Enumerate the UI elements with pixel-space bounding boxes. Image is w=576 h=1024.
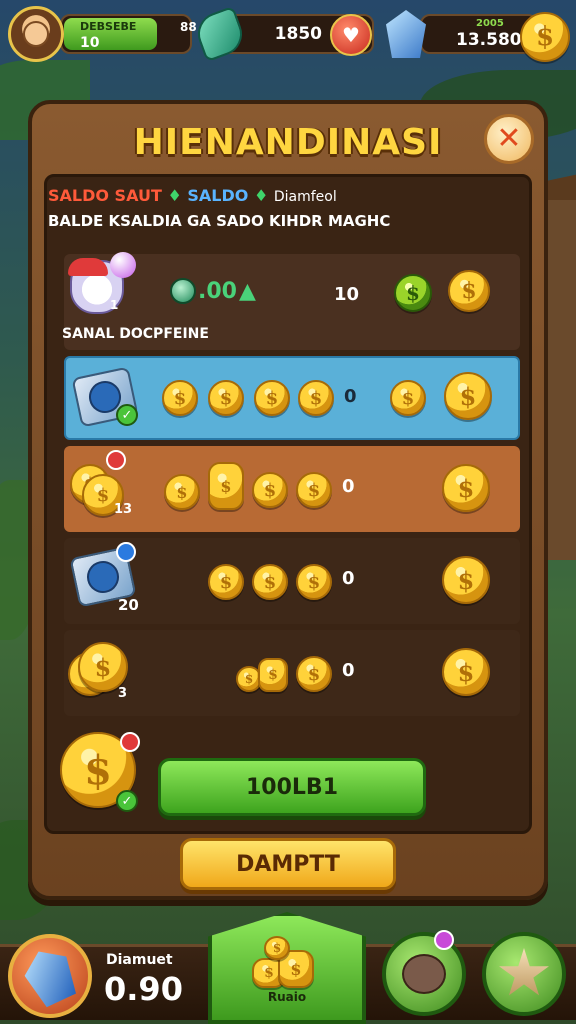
coin-value: 13.580 [456,30,522,50]
list-item[interactable]: ✓ $ $ $ $ 0 $ $ [64,356,520,440]
row-value: 0 [344,386,357,407]
coin-stack-icon: $ [78,642,128,692]
tab-saldo[interactable]: SALDO [187,186,248,205]
close-button[interactable]: ✕ [484,114,534,164]
coin-icon: $ [448,270,490,312]
coin-icon: $ [442,464,490,512]
check-icon: ✓ [116,404,138,426]
list-item[interactable]: 20 $ $ $ 0 $ [64,538,520,624]
pet-button[interactable] [382,932,466,1016]
coin-icon: $ [444,372,492,420]
coin-icon: $ [296,472,332,508]
pet-label: SANAL DOCPFEINE [62,326,209,342]
coin-icon[interactable]: $ [520,12,570,62]
coin-icon: $ [252,472,288,508]
main-tab-label: Ruaio [267,990,307,1004]
gem-icon [386,10,426,58]
green-coin-icon: $ [394,274,432,312]
tab-saldo-saut[interactable]: SALDO SAUT [48,186,162,205]
top-hud: DEBSEBE 88 10 1850 ♥ 2005 13.580 $ [0,5,576,63]
balance-value: 0.90 [104,970,183,1008]
resource-value: 1850 [274,24,322,44]
coin-icon: $ [298,380,334,416]
xp-title: DEBSEBE [80,20,137,33]
pet-hat-icon [68,258,108,276]
coin-icon: $ [252,564,288,600]
balance-label: Diamuet [106,952,173,968]
row-value: 10 [334,284,360,305]
gem-button[interactable] [8,934,92,1018]
coin-small-value: 2005 [476,18,504,29]
coin-stack-icon: $ [258,658,288,692]
info-badge-icon [116,542,136,562]
avatar-face-icon [23,21,49,47]
arrow-up-icon: ▲ [238,278,256,304]
coin-icon: $ [442,556,490,604]
coin-icon: $ [162,380,198,416]
rate-icon [170,278,196,304]
coin-icon: $ [442,648,490,696]
tab-diamfeol[interactable]: Diamfeol [274,189,337,205]
player-avatar[interactable] [8,6,64,62]
row-value: 0 [342,660,355,681]
deposit-button[interactable]: DAMPTT [180,838,396,890]
coin-icon: $ [296,656,332,692]
row-value: 0 [342,476,355,497]
xp-count: 88 [180,20,197,34]
coin-icon: $ [208,564,244,600]
tabs-line: SALDO SAUT ♦ SALDO ♦ Diamfeol [48,186,337,205]
rate-value: .00 [198,278,237,304]
coin-stack-icon: $ [208,462,244,510]
bear-icon [402,954,446,994]
star-button[interactable] [482,932,566,1016]
item-number: 20 [118,596,139,614]
coin-icon: $ [296,564,332,600]
check-icon: ✓ [116,790,138,812]
item-number: 1 [110,298,119,312]
coin-stack-icon: $ [164,474,200,510]
heart-add-icon[interactable]: ♥ [330,14,372,56]
bubble-icon [110,252,136,278]
list-item[interactable]: $ $ 13 $ $ $ $ 0 $ [64,446,520,532]
panel-subtitle: BALDE KSALDIA GA SADO KIHDR MAGHC [48,212,391,230]
item-number: 3 [118,686,128,701]
gem-icon [18,942,83,1010]
coin-icon: $ [254,380,290,416]
alert-badge-icon [120,732,140,752]
tab-separator: ♦ [253,186,269,205]
close-icon: ✕ [496,121,522,156]
rate-display: .00 ▲ [170,278,256,304]
xp-bar: DEBSEBE 88 10 [60,14,197,54]
panel-title: HIENANDINASI [133,122,443,163]
alert-badge-icon [106,450,126,470]
total-button[interactable]: 100LB1 [158,758,426,816]
coin-pile-icon: $ $ $ [252,936,322,992]
coin-icon: $ [390,380,426,416]
bottom-bar: Diamuet 0.90 $ $ $ Ruaio [0,912,576,1024]
item-number: 13 [114,502,133,517]
notification-badge-icon [434,930,454,950]
player-level: 10 [80,35,100,51]
star-icon [499,948,549,996]
tab-separator: ♦ [167,186,182,205]
list-item[interactable]: $ $ 3 $ $ $ 0 $ [64,630,520,716]
row-value: 0 [342,568,355,589]
coin-icon: $ [208,380,244,416]
